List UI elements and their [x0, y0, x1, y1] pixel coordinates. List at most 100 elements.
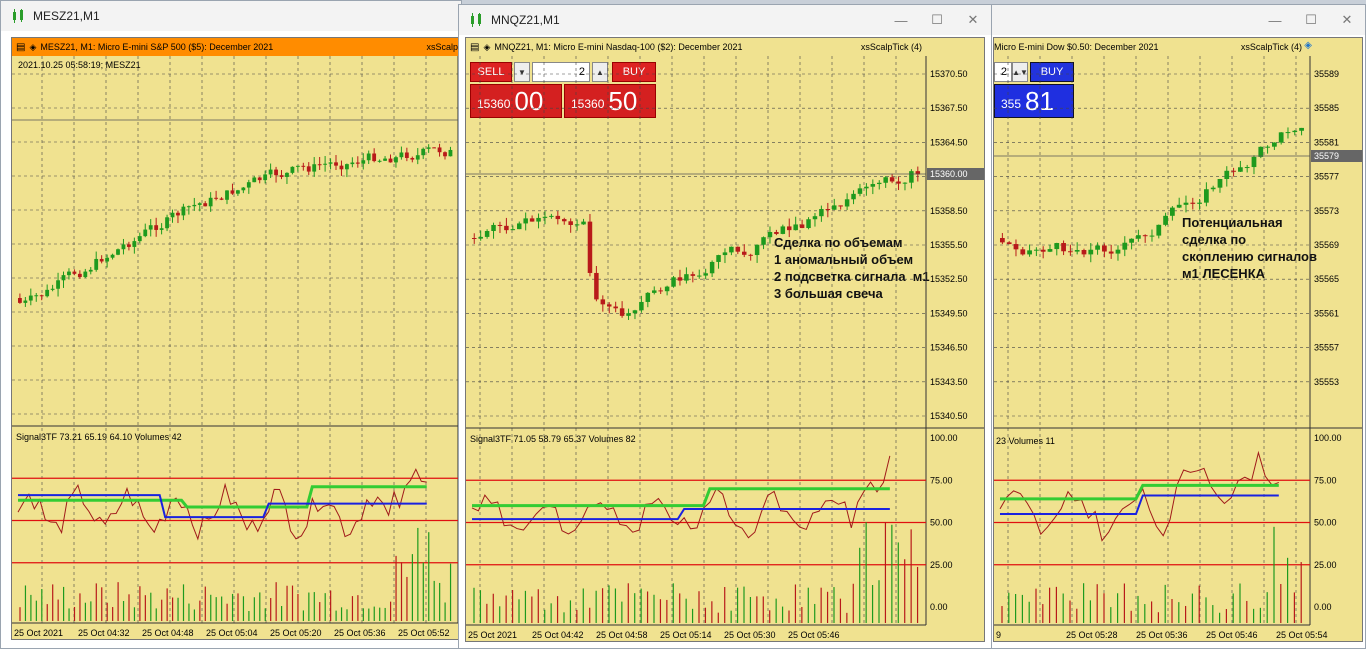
candle-body [372, 153, 377, 162]
candle-body [56, 280, 60, 289]
minimize-icon[interactable]: — [1257, 13, 1293, 28]
candle-body [383, 158, 387, 161]
candle-body [754, 244, 760, 256]
candle-body [581, 221, 586, 225]
candle-body [1088, 249, 1094, 255]
chart-window-mym[interactable]: — ☐ ✕ Micro E-mini Dow $0.50: December 2… [988, 4, 1366, 649]
indicator-axis-label: 75.00 [930, 475, 953, 485]
candle-body [306, 166, 311, 172]
candle-body [448, 149, 453, 157]
candle-body [1095, 245, 1100, 250]
candle-body [252, 177, 257, 183]
candle-body [889, 177, 895, 182]
candle-body [208, 197, 213, 207]
candle-body [690, 274, 696, 276]
candle-body [1170, 207, 1175, 216]
candle-body [729, 246, 734, 253]
time-axis-label: 25 Oct 2021 [14, 628, 63, 638]
candle-body [1020, 249, 1026, 255]
candle-body [677, 277, 683, 281]
price-chart[interactable]: 25 Oct 2021 25 Oct 04:32 25 Oct 04:48 25 Oc… [12, 38, 459, 640]
candle-body [542, 216, 548, 218]
candle-body [181, 206, 186, 216]
candle-body [568, 221, 573, 225]
candle-body [77, 273, 82, 277]
chart-area-mesz[interactable]: ▤ ◈ MESZ21, M1: Micro E-mini S&P 500 ($5… [11, 37, 459, 640]
candle-body [148, 225, 153, 230]
window-title: MESZ21,M1 [33, 9, 100, 23]
candle-body [159, 228, 164, 230]
candle-body [536, 217, 541, 222]
close-icon[interactable]: ✕ [1329, 12, 1365, 28]
price-chart[interactable]: 35589 35585 35581 35577 35573 35569 35565 35561… [994, 38, 1363, 642]
candle-body [652, 290, 657, 293]
candle-body [1068, 251, 1073, 253]
candle-body [377, 160, 382, 162]
candle-body [257, 177, 262, 181]
window-titlebar[interactable]: MNQZ21,M1 — ☐ ✕ [459, 5, 991, 35]
candle-body [1136, 235, 1141, 239]
candle-body [328, 162, 333, 164]
price-axis-label: 35561 [1314, 308, 1339, 318]
candle-body [626, 313, 631, 316]
candle-body [143, 229, 148, 237]
indicator-axis-label: 0.00 [930, 602, 948, 612]
candle-body [88, 269, 93, 272]
candle-body [517, 223, 522, 230]
minimize-icon[interactable]: — [883, 13, 919, 28]
candle-body [295, 165, 300, 167]
time-axis-label: 25 Oct 04:48 [142, 628, 194, 638]
candle-body [18, 298, 22, 303]
candle-body [1238, 167, 1243, 172]
candle-body [555, 215, 561, 220]
candle-body [819, 209, 824, 217]
price-axis-label: 15364.50 [930, 137, 968, 147]
candle-body [639, 301, 644, 311]
price-chart[interactable]: 15370.5015367.5015364.5015361.5015358.50… [466, 38, 985, 642]
candle-body [285, 172, 289, 177]
candle-body [394, 157, 398, 163]
chart-area-mnqz[interactable]: ▤ ◈ MNQZ21, M1: Micro E-mini Nasdaq-100 … [465, 37, 985, 642]
price-axis-label: 35565 [1314, 274, 1339, 284]
indicator-axis-label: 25.00 [1314, 560, 1337, 570]
chart-window-mnqz[interactable]: MNQZ21,M1 — ☐ ✕ ▤ ◈ MNQZ21, M1: Micro E-… [458, 4, 992, 649]
window-titlebar[interactable]: — ☐ ✕ [989, 5, 1365, 35]
candle-body [748, 254, 753, 256]
chart-window-icon [13, 9, 23, 23]
candle-body [832, 205, 837, 210]
candle-body [274, 169, 278, 176]
maximize-icon[interactable]: ☐ [919, 12, 955, 28]
chart-window-mesz[interactable]: MESZ21,M1 ▤ ◈ MESZ21, M1: Micro E-mini S… [0, 0, 462, 649]
price-axis-label: 35553 [1314, 377, 1339, 387]
candle-body [1224, 170, 1230, 180]
slow-signal-line [1000, 483, 1279, 501]
current-price-label: 35579 [1314, 151, 1339, 161]
candle-body [761, 237, 766, 245]
candle-body [838, 205, 843, 207]
chart-area-mym[interactable]: Micro E-mini Dow $0.50: December 2021 xs… [993, 37, 1363, 642]
time-axis-label: 25 Oct 05:52 [398, 628, 450, 638]
time-axis-label: 25 Oct 05:14 [660, 630, 712, 640]
candle-body [241, 187, 246, 191]
price-axis-label: 35589 [1314, 69, 1339, 79]
candle-body [844, 199, 850, 207]
candle-body [883, 177, 888, 183]
candle-body [722, 252, 728, 256]
candle-body [1013, 244, 1019, 250]
window-titlebar[interactable]: MESZ21,M1 [1, 1, 461, 31]
maximize-icon[interactable]: ☐ [1293, 12, 1329, 28]
price-axis-label: 35577 [1314, 172, 1339, 182]
candle-body [279, 175, 284, 177]
candle-body [1299, 127, 1304, 131]
candle-body [1122, 242, 1128, 250]
close-icon[interactable]: ✕ [955, 12, 991, 28]
price-axis-label: 15346.50 [930, 343, 968, 353]
candle-body [1285, 132, 1291, 134]
candle-body [127, 244, 131, 247]
candle-body [94, 258, 99, 270]
price-axis-label: 15370.50 [930, 69, 968, 79]
candle-body [1081, 250, 1087, 255]
candle-body [415, 155, 420, 160]
candle-body [432, 147, 437, 149]
candle-body [443, 152, 447, 157]
